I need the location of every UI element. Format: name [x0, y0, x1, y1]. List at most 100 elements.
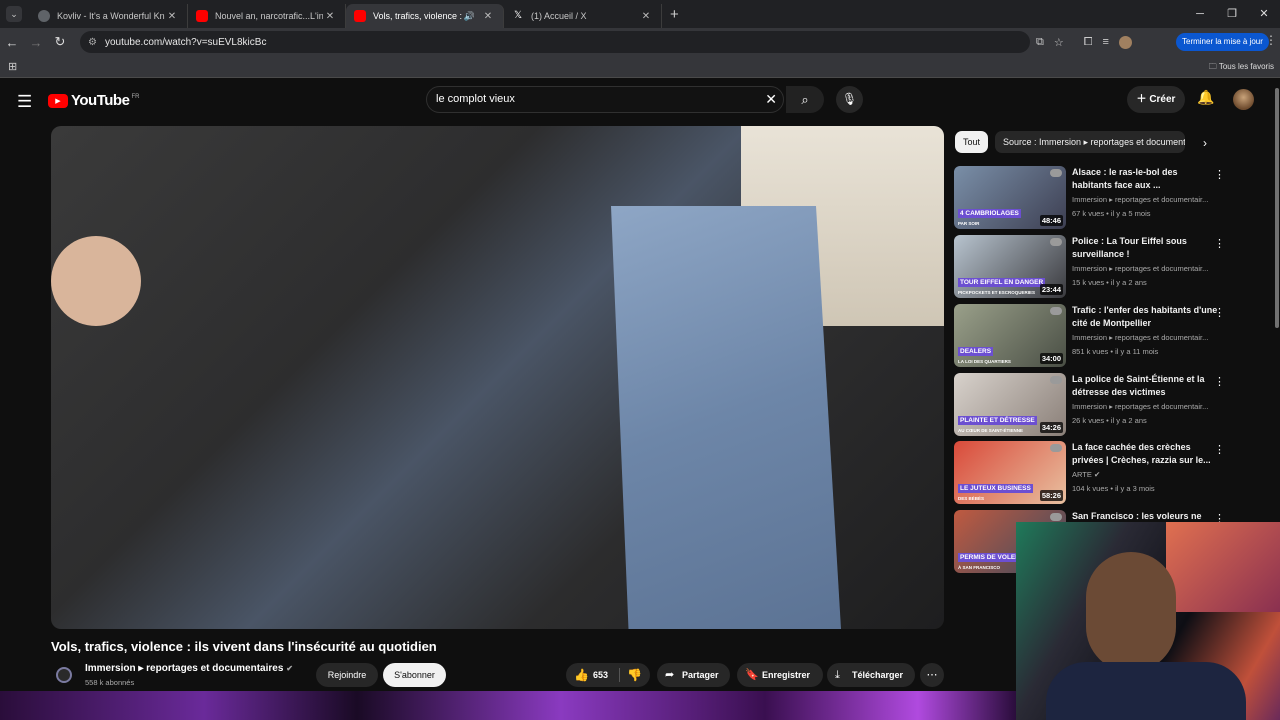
more-options-icon[interactable]: ⋮ [1214, 306, 1225, 319]
recommendation-channel[interactable]: Immersion ▸ reportages et documentair... [1072, 195, 1222, 204]
recommendation-item[interactable]: LE JUTEUX BUSINESS DES BÉBÉS 58:26 La face … [954, 441, 1254, 505]
voice-search-button[interactable]: 🎙 [836, 86, 863, 113]
like-count[interactable]: 653 [593, 663, 608, 687]
more-options-icon[interactable]: ⋮ [1214, 168, 1225, 181]
share-button[interactable]: ➦ Partager [657, 663, 730, 687]
thumbnail-caption: TOUR EIFFEL EN DANGER [958, 278, 1046, 287]
recommendation-title[interactable]: Police : La Tour Eiffel sous surveillanc… [1072, 235, 1218, 261]
thumbnail-caption: PERMIS DE VOLER [958, 553, 1022, 562]
more-options-icon[interactable]: ⋮ [1214, 375, 1225, 388]
recommendation-channel[interactable]: Immersion ▸ reportages et documentair... [1072, 402, 1222, 411]
youtube-logo[interactable]: ▶ YouTube FR [48, 92, 139, 109]
video-player[interactable] [51, 126, 944, 629]
extensions-icon[interactable]: ⧠ [1084, 36, 1093, 49]
search-query: le complot vieux [436, 93, 515, 105]
thumbnail-subcaption: AU CŒUR DE SAINT-ÉTIENNE [958, 428, 1024, 433]
browser-tab-active[interactable]: Vols, trafics, violence : ils viv 🔊 ✕ [346, 4, 504, 28]
install-app-icon[interactable]: ⧉ [1036, 36, 1044, 49]
more-actions-icon[interactable]: ⋯ [920, 663, 944, 687]
recommendation-title[interactable]: La face cachée des crèches privées | Crè… [1072, 441, 1218, 467]
channel-avatar[interactable] [56, 667, 72, 683]
recommendation-thumbnail[interactable]: LE JUTEUX BUSINESS DES BÉBÉS 58:26 [954, 441, 1066, 504]
recommendation-item[interactable]: 4 CAMBRIOLAGES PAR SOIR 48:46 Alsace : le r… [954, 166, 1254, 230]
tab-search-button[interactable]: ⌄ [6, 6, 22, 22]
new-tab-icon[interactable]: + [670, 6, 679, 23]
chip-source[interactable]: Source : Immersion ▸ reportages et docum… [995, 131, 1185, 153]
forward-icon[interactable]: → [24, 35, 48, 50]
tab-title: (1) Accueil / X [531, 11, 587, 21]
folder-icon: 🗀 [1208, 62, 1219, 71]
recommendation-title[interactable]: Alsace : le ras-le-bol des habitants fac… [1072, 166, 1218, 192]
thumbs-down-icon[interactable]: 👎 [627, 663, 642, 687]
close-tab-icon[interactable]: ✕ [165, 11, 179, 22]
back-icon[interactable]: ← [0, 35, 24, 50]
recommendation-thumbnail[interactable]: 4 CAMBRIOLAGES PAR SOIR 48:46 [954, 166, 1066, 229]
reload-icon[interactable]: ↻ [48, 34, 72, 50]
browser-menu-icon[interactable]: ⋮ [1265, 33, 1277, 47]
account-avatar[interactable] [1233, 89, 1254, 110]
subscribe-button[interactable]: S'abonner [383, 663, 446, 687]
save-playlist-icon: 🔖 [745, 669, 759, 681]
notifications-bell-icon[interactable]: 🔔 [1197, 89, 1214, 106]
browser-tab[interactable]: 𝕏 (1) Accueil / X ✕ [504, 4, 662, 28]
microphone-icon: 🎙 [841, 92, 858, 106]
save-button[interactable]: 🔖 Enregistrer [737, 663, 823, 687]
address-toolbar: ← → ↻ ⚙ youtube.com/watch?v=suEVL8kicBc … [0, 28, 1280, 56]
url-field[interactable]: ⚙ youtube.com/watch?v=suEVL8kicBc [80, 31, 1030, 53]
download-button[interactable]: ⤓ Télécharger [827, 663, 915, 687]
recommendation-thumbnail[interactable]: PLAINTE ET DÉTRESSE AU CŒUR DE SAINT-ÉTIE… [954, 373, 1066, 436]
recommendation-item[interactable]: TOUR EIFFEL EN DANGER PICKPOCKETS ET ESCR… [954, 235, 1254, 299]
recommendation-channel[interactable]: ARTE ✔ [1072, 470, 1222, 479]
recommendation-title[interactable]: La police de Saint-Étienne et la détress… [1072, 373, 1218, 399]
all-bookmarks[interactable]: 🗀 Tous les favoris [1209, 61, 1274, 75]
channel-name-text: Immersion ▸ reportages et documentaires [85, 663, 284, 674]
download-icon: ⤓ [835, 669, 840, 681]
minimize-icon[interactable]: ─ [1184, 0, 1216, 28]
page-scrollbar[interactable] [1275, 88, 1279, 328]
update-button[interactable]: Terminer la mise à jour [1176, 33, 1269, 51]
search-input[interactable]: le complot vieux ✕ [426, 86, 784, 113]
video-title: Vols, trafics, violence : ils vivent dan… [51, 639, 437, 654]
clear-search-icon[interactable]: ✕ [765, 87, 777, 112]
recommendation-title[interactable]: Trafic : l'enfer des habitants d'une cit… [1072, 304, 1218, 330]
speaker-icon[interactable]: 🔊 [464, 11, 475, 22]
like-dislike-group: 👍 653 👎 [566, 663, 650, 687]
create-button[interactable]: ＋ Créer [1127, 86, 1185, 113]
video-duration: 34:00 [1039, 353, 1063, 364]
browser-tab[interactable]: Nouvel an, narcotrafic...L'interv ✕ [188, 4, 346, 28]
join-button[interactable]: Rejoindre [316, 663, 378, 687]
apps-grid-icon[interactable]: ⊞ [8, 60, 17, 73]
close-tab-icon[interactable]: ✕ [323, 11, 337, 22]
bookmark-star-icon[interactable]: ☆ [1054, 36, 1064, 49]
recommendation-item[interactable]: PLAINTE ET DÉTRESSE AU CŒUR DE SAINT-ÉTIE… [954, 373, 1254, 437]
more-options-icon[interactable]: ⋮ [1214, 443, 1225, 456]
webcam-person [1086, 552, 1176, 672]
close-tab-icon[interactable]: ✕ [481, 11, 495, 22]
search-button[interactable]: ⌕ [786, 86, 824, 113]
reading-list-icon[interactable]: ≡ [1103, 36, 1109, 48]
more-options-icon[interactable]: ⋮ [1214, 237, 1225, 250]
thumbnail-caption: PLAINTE ET DÉTRESSE [958, 416, 1037, 425]
profile-icon[interactable] [1118, 35, 1132, 49]
browser-tab[interactable]: Kovliv - It's a Wonderful Knife ( ✕ [30, 4, 188, 28]
recommendation-thumbnail[interactable]: TOUR EIFFEL EN DANGER PICKPOCKETS ET ESCR… [954, 235, 1066, 298]
youtube-favicon [196, 10, 208, 22]
thumbnail-caption: DEALERS [958, 347, 994, 356]
site-info-icon[interactable]: ⚙ [88, 37, 97, 48]
chip-all[interactable]: Tout [955, 131, 989, 153]
stream-overlay-banner [0, 691, 1020, 720]
thumbnail-subcaption: DES BÉBÉS [958, 496, 985, 501]
close-tab-icon[interactable]: ✕ [639, 11, 653, 22]
recommendation-channel[interactable]: Immersion ▸ reportages et documentair... [1072, 264, 1222, 273]
related-filter-chips: Tout Source : Immersion ▸ reportages et … [955, 131, 1225, 153]
thumbs-up-icon[interactable]: 👍 [574, 663, 589, 687]
recommendation-channel[interactable]: Immersion ▸ reportages et documentair... [1072, 333, 1222, 342]
watched-badge [1050, 444, 1062, 452]
channel-name[interactable]: Immersion ▸ reportages et documentaires … [85, 663, 293, 674]
recommendation-item[interactable]: DEALERS LA LOI DES QUARTIERS 34:00 Trafic :… [954, 304, 1254, 368]
close-window-icon[interactable]: ✕ [1248, 0, 1280, 28]
maximize-icon[interactable]: ❐ [1216, 0, 1248, 28]
chevron-right-icon[interactable]: › [1203, 136, 1207, 150]
menu-icon[interactable]: ☰ [17, 92, 32, 112]
recommendation-thumbnail[interactable]: DEALERS LA LOI DES QUARTIERS 34:00 [954, 304, 1066, 367]
